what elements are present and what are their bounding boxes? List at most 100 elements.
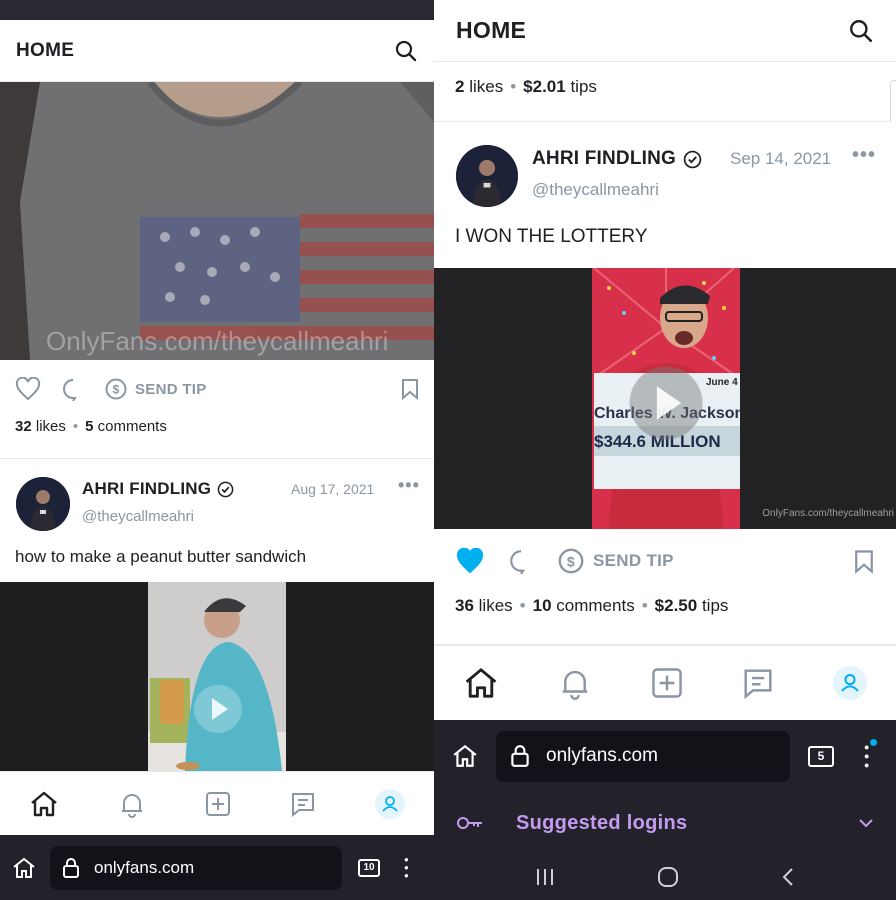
author-handle[interactable]: @theycallmeahri: [82, 508, 194, 525]
browser-home-icon[interactable]: [12, 856, 36, 880]
author-name[interactable]: AHRI FINDLING: [532, 148, 702, 170]
comment-icon[interactable]: [508, 548, 534, 574]
browser-home-icon[interactable]: [452, 743, 478, 769]
post-text: I WON THE LOTTERY: [455, 226, 648, 247]
top-header: HOME: [434, 0, 896, 62]
suggested-logins-bar[interactable]: Suggested logins: [434, 792, 896, 854]
avatar[interactable]: [16, 477, 70, 531]
tab-switcher[interactable]: 10: [358, 858, 380, 877]
tips-amount: $2.50: [654, 596, 698, 615]
post-date: Sep 14, 2021: [730, 149, 832, 168]
comments-count: 10: [532, 596, 552, 615]
author-handle[interactable]: @theycallmeahri: [532, 180, 659, 200]
previous-post-stats: 2 likes • $2.01 tips: [434, 62, 896, 122]
post-stats: 32 likes • 5 comments: [0, 418, 434, 458]
comment-icon[interactable]: [61, 377, 85, 401]
browser-bar: onlyfans.com 5 ● ● ●: [434, 720, 896, 792]
top-header: HOME: [0, 20, 434, 82]
likes-label: likes: [469, 77, 504, 96]
status-bar: [0, 0, 434, 20]
browser-bar: onlyfans.com 10 ● ● ●: [0, 835, 434, 900]
likes-count: 36: [455, 596, 474, 615]
avatar[interactable]: [456, 145, 518, 207]
comments-count: 5: [85, 418, 94, 435]
tips-label: tips: [570, 77, 597, 96]
search-icon[interactable]: [394, 39, 418, 63]
likes-count: 32: [15, 418, 32, 435]
send-tip-label: SEND TIP: [135, 380, 207, 398]
post-video-sandwich[interactable]: [0, 582, 434, 771]
svg-text:$: $: [113, 383, 120, 397]
post-stats: 36 likes • 10 comments • $2.50 tips: [434, 593, 896, 645]
watermark: OnlyFans.com/theycallmeahri: [46, 326, 389, 356]
play-icon[interactable]: [193, 684, 243, 734]
play-icon[interactable]: [628, 365, 704, 441]
home-icon[interactable]: [463, 666, 499, 700]
url-text: onlyfans.com: [94, 857, 195, 877]
chevron-down-icon[interactable]: [858, 818, 874, 828]
tab-switcher[interactable]: 5: [808, 745, 834, 767]
bell-icon[interactable]: [558, 666, 592, 700]
recent-apps-icon[interactable]: [534, 867, 556, 887]
lock-icon: [62, 857, 80, 879]
post-actions: $ SEND TIP: [0, 360, 434, 418]
post-text: how to make a peanut butter sandwich: [15, 547, 307, 566]
post-actions: $ SEND TIP: [434, 529, 896, 593]
post-date: Aug 17, 2021: [291, 481, 375, 497]
add-post-icon[interactable]: [205, 791, 231, 817]
messages-icon[interactable]: [742, 667, 774, 699]
tips-label: tips: [701, 596, 729, 615]
key-icon: [456, 815, 484, 831]
url-text: onlyfans.com: [546, 745, 658, 766]
search-icon[interactable]: [848, 18, 874, 44]
dollar-icon: $: [105, 378, 127, 400]
send-tip-button[interactable]: $ SEND TIP: [105, 378, 207, 400]
page-title: HOME: [16, 39, 75, 61]
author-name[interactable]: AHRI FINDLING: [82, 479, 234, 499]
back-icon[interactable]: [780, 866, 796, 888]
profile-icon[interactable]: [832, 666, 867, 700]
send-tip-label: SEND TIP: [593, 551, 674, 570]
system-home-icon[interactable]: [656, 865, 680, 889]
notification-dot: [870, 738, 878, 746]
bell-icon[interactable]: [118, 790, 146, 818]
browser-menu-icon[interactable]: ● ● ●: [404, 855, 409, 880]
likes-label: likes: [478, 596, 513, 615]
dollar-icon: $: [558, 548, 584, 574]
lottery-check-date: June 4: [706, 377, 738, 388]
profile-icon[interactable]: [374, 788, 405, 819]
send-tip-button[interactable]: $ SEND TIP: [558, 548, 674, 574]
likes-label: likes: [35, 418, 66, 435]
verified-icon: [217, 481, 234, 498]
tab-count: 10: [363, 862, 375, 873]
left-screenshot: HOME OnlyFans.com/theycallmeahri $ SEND …: [0, 0, 434, 900]
browser-menu-icon[interactable]: ● ● ●: [864, 738, 878, 770]
liked-heart-icon[interactable]: [456, 548, 484, 574]
bottom-nav: [434, 645, 896, 720]
lock-icon: [510, 744, 530, 768]
home-icon[interactable]: [29, 790, 59, 818]
bookmark-icon[interactable]: [854, 549, 874, 574]
messages-icon[interactable]: [290, 791, 316, 817]
like-heart-icon[interactable]: [15, 377, 41, 401]
bottom-nav: [0, 771, 434, 835]
suggested-logins-label: Suggested logins: [516, 811, 688, 834]
page-title: HOME: [456, 17, 527, 43]
post-video-tshirt[interactable]: OnlyFans.com/theycallmeahri: [0, 82, 434, 360]
author-label: AHRI FINDLING: [82, 479, 212, 498]
more-options-icon[interactable]: •••: [852, 144, 876, 167]
system-nav-bar: [434, 854, 896, 900]
bookmark-icon[interactable]: [401, 378, 419, 400]
more-options-icon[interactable]: •••: [398, 475, 420, 496]
url-field[interactable]: onlyfans.com: [50, 845, 342, 890]
right-screenshot: HOME 2 likes • $2.01 tips AHRI FINDLING @t…: [434, 0, 896, 900]
comments-label: comments: [97, 418, 167, 435]
post-header-card: AHRI FINDLING @theycallmeahri Aug 17, 20…: [0, 458, 434, 582]
post-video-lottery[interactable]: June 4 Charles W. Jackson $344.6 MILLION…: [434, 268, 896, 529]
tips-amount: $2.01: [523, 77, 566, 96]
verified-icon: [683, 150, 702, 169]
author-label: AHRI FINDLING: [532, 148, 677, 169]
add-post-icon[interactable]: [651, 667, 683, 699]
svg-text:$: $: [567, 554, 575, 570]
url-field[interactable]: onlyfans.com: [496, 730, 790, 782]
